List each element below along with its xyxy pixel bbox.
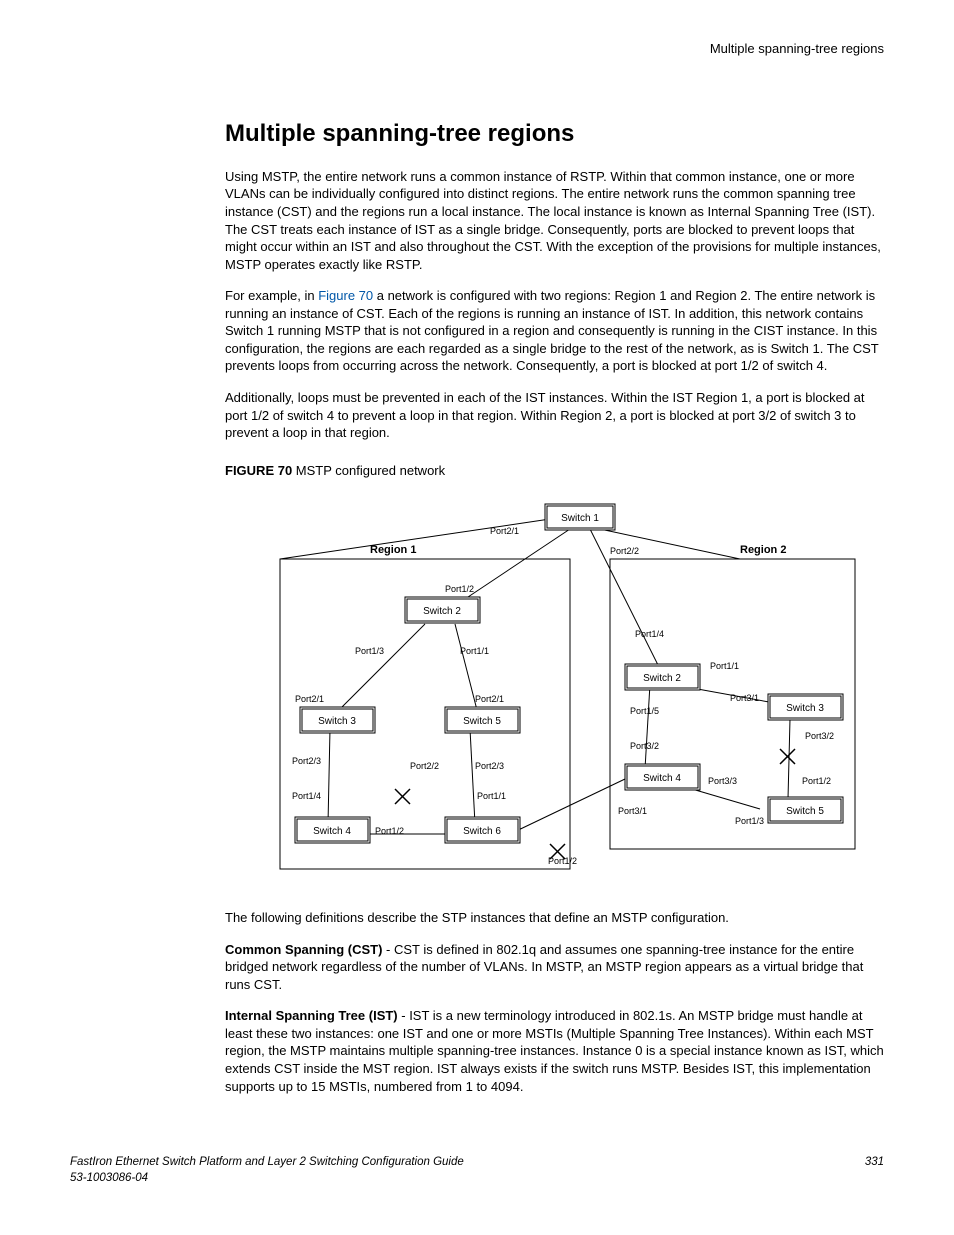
footer-doc-number: 53-1003086-04 bbox=[70, 1172, 148, 1184]
figure-caption: FIGURE 70 MSTP configured network bbox=[225, 462, 884, 480]
label-r1-switch6: Switch 6 bbox=[463, 826, 501, 837]
cst-label: Common Spanning (CST) bbox=[225, 942, 382, 957]
port-2-2: Port2/2 bbox=[610, 546, 639, 556]
label-r1-switch4: Switch 4 bbox=[313, 826, 351, 837]
definition-cst: Common Spanning (CST) - CST is defined i… bbox=[225, 941, 884, 994]
label-region2: Region 2 bbox=[740, 544, 786, 556]
main-content: Multiple spanning-tree regions Using MST… bbox=[225, 118, 884, 1096]
r2-port-1-1: Port1/1 bbox=[710, 661, 739, 671]
label-r2-switch4: Switch 4 bbox=[643, 773, 681, 784]
label-switch1: Switch 1 bbox=[561, 513, 599, 524]
port-2-2b: Port2/2 bbox=[410, 761, 439, 771]
port-2-3: Port2/3 bbox=[292, 756, 321, 766]
footer-left: FastIron Ethernet Switch Platform and La… bbox=[70, 1155, 464, 1186]
port-2-1b: Port2/1 bbox=[295, 694, 324, 704]
r2-port-3-2b: Port3/2 bbox=[805, 731, 834, 741]
page-title: Multiple spanning-tree regions bbox=[225, 118, 884, 150]
paragraph-2: For example, in Figure 70 a network is c… bbox=[225, 287, 884, 375]
running-header: Multiple spanning-tree regions bbox=[70, 40, 884, 58]
label-r1-switch2: Switch 2 bbox=[423, 606, 461, 617]
p2-pre: For example, in bbox=[225, 288, 318, 303]
r2-port-1-3: Port1/3 bbox=[735, 816, 764, 826]
port-2-1: Port2/1 bbox=[490, 526, 519, 536]
label-r1-switch5: Switch 5 bbox=[463, 716, 501, 727]
figure-mstp-network: Region 1 Region 2 Switch 1 Switch 2 Swit… bbox=[250, 489, 860, 889]
r2-port-1-5: Port1/5 bbox=[630, 706, 659, 716]
r2-port-3-1b: Port3/1 bbox=[618, 806, 647, 816]
paragraph-3: Additionally, loops must be prevented in… bbox=[225, 389, 884, 442]
label-r2-switch3: Switch 3 bbox=[786, 703, 824, 714]
port-1-3: Port1/3 bbox=[355, 646, 384, 656]
label-r2-switch5: Switch 5 bbox=[786, 806, 824, 817]
port-1-1a: Port1/1 bbox=[460, 646, 489, 656]
definition-ist: Internal Spanning Tree (IST) - IST is a … bbox=[225, 1007, 884, 1095]
port-1-1b: Port1/1 bbox=[477, 791, 506, 801]
figure-70-link[interactable]: Figure 70 bbox=[318, 288, 373, 303]
label-r1-switch3: Switch 3 bbox=[318, 716, 356, 727]
figure-caption-text: MSTP configured network bbox=[292, 463, 445, 478]
label-region1: Region 1 bbox=[370, 544, 416, 556]
ist-label: Internal Spanning Tree (IST) bbox=[225, 1008, 398, 1023]
port-2-1c: Port2/1 bbox=[475, 694, 504, 704]
figure-caption-label: FIGURE 70 bbox=[225, 463, 292, 478]
label-r2-switch2: Switch 2 bbox=[643, 673, 681, 684]
footer-page-number: 331 bbox=[865, 1155, 884, 1186]
page-footer: FastIron Ethernet Switch Platform and La… bbox=[70, 1155, 884, 1186]
paragraph-1: Using MSTP, the entire network runs a co… bbox=[225, 168, 884, 273]
r2-port-3-1: Port3/1 bbox=[730, 693, 759, 703]
port-1-4: Port1/4 bbox=[292, 791, 321, 801]
port-1-2a: Port1/2 bbox=[445, 584, 474, 594]
footer-doc-title: FastIron Ethernet Switch Platform and La… bbox=[70, 1156, 464, 1168]
paragraph-4: The following definitions describe the S… bbox=[225, 909, 884, 927]
r2-port-1-2: Port1/2 bbox=[802, 776, 831, 786]
r2-port-1-4: Port1/4 bbox=[635, 629, 664, 639]
port-2-3b: Port2/3 bbox=[475, 761, 504, 771]
port-1-2b: Port1/2 bbox=[375, 826, 404, 836]
port-1-2c: Port1/2 bbox=[548, 856, 577, 866]
r2-port-3-3: Port3/3 bbox=[708, 776, 737, 786]
r2-port-3-2a: Port3/2 bbox=[630, 741, 659, 751]
